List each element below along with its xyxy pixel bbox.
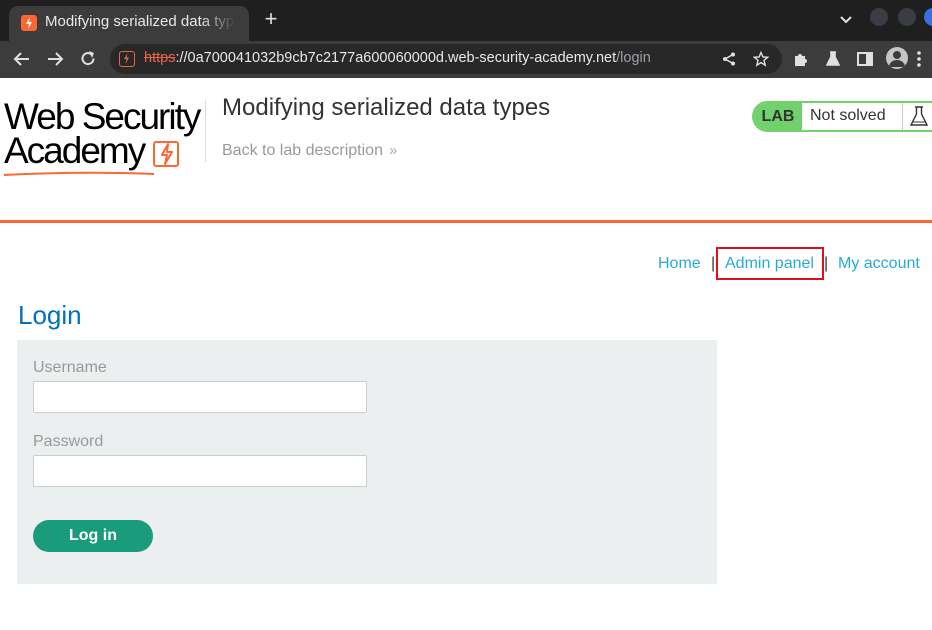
window-close-button[interactable] — [924, 8, 932, 26]
star-icon[interactable] — [752, 50, 770, 67]
nav-my-account-link[interactable]: My account — [838, 255, 920, 273]
url-scheme: https — [144, 50, 176, 66]
address-bar[interactable]: https://0a700041032b9cb7c2177a600060000d… — [110, 44, 782, 74]
reload-icon[interactable] — [78, 49, 98, 69]
window-minimize-button[interactable] — [870, 8, 888, 26]
browser-toolbar: https://0a700041032b9cb7c2177a600060000d… — [0, 41, 932, 78]
browser-tab[interactable]: Modifying serialized data types — [9, 6, 249, 41]
username-field[interactable] — [33, 381, 367, 413]
nav-separator: | — [711, 255, 716, 272]
nav-home-link[interactable]: Home — [658, 255, 701, 273]
password-label: Password — [33, 433, 104, 450]
back-arrow-icon[interactable] — [12, 49, 32, 69]
kebab-menu-icon[interactable] — [916, 50, 922, 68]
admin-panel-highlight — [716, 247, 824, 280]
forward-arrow-icon[interactable] — [45, 49, 65, 69]
favicon-bolt-icon — [21, 15, 37, 31]
browser-tab-bar: Modifying serialized data types + — [0, 0, 932, 41]
flask-icon[interactable] — [824, 50, 842, 68]
puzzle-icon[interactable] — [792, 50, 810, 68]
header-rule — [0, 220, 932, 223]
lab-badge: LAB — [754, 103, 802, 130]
url-path: /login — [616, 50, 651, 66]
url-host: ://0a700041032b9cb7c2177a600060000d.web-… — [175, 50, 617, 66]
username-label: Username — [33, 359, 107, 376]
lab-status-widget: LAB Not solved — [752, 101, 932, 132]
web-page: Web Security Academy Modifying serialize… — [0, 78, 932, 630]
share-icon[interactable] — [721, 51, 737, 67]
password-field[interactable] — [33, 455, 367, 487]
url-text: https://0a700041032b9cb7c2177a600060000d… — [144, 50, 651, 66]
profile-icon[interactable] — [886, 47, 908, 69]
sidebar-icon[interactable] — [856, 50, 874, 68]
academy-logo[interactable]: Web Security Academy — [3, 98, 204, 176]
log-in-button[interactable]: Log in — [33, 520, 153, 552]
flask-icon — [902, 103, 932, 130]
tab-title: Modifying serialized data types — [45, 13, 235, 30]
lab-solved-status: Not solved — [810, 107, 886, 124]
login-heading: Login — [18, 300, 82, 330]
login-form: Username Password Log in — [17, 340, 717, 584]
back-link-label: Back to lab description — [222, 142, 383, 159]
nav-separator: | — [824, 255, 829, 272]
chevron-down-icon[interactable] — [838, 12, 854, 28]
lab-title: Modifying serialized data types — [222, 94, 551, 121]
back-to-lab-description-link[interactable]: Back to lab description » — [222, 142, 398, 160]
chevron-right-icon: » — [388, 142, 398, 159]
logo-bolt-icon — [152, 138, 182, 168]
plus-icon[interactable]: + — [260, 8, 282, 30]
window-maximize-button[interactable] — [898, 8, 916, 26]
logo-underline — [3, 164, 155, 176]
site-info-icon[interactable] — [119, 51, 135, 67]
header-divider — [205, 100, 206, 162]
